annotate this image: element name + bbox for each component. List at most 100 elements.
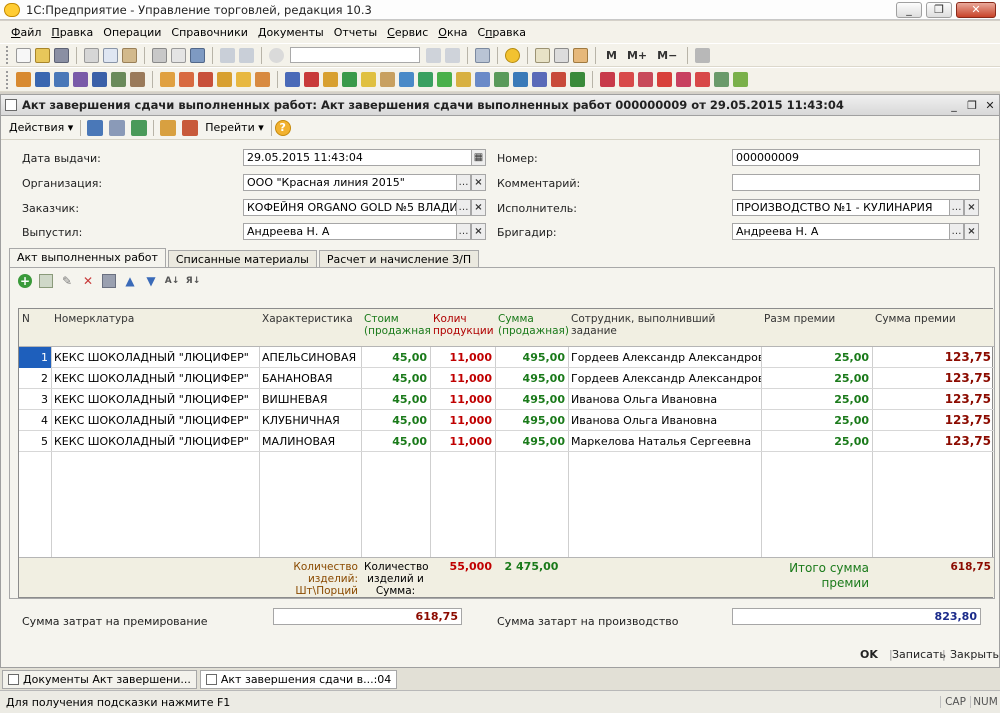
assembly-icon[interactable] [513,72,528,87]
menu-file[interactable]: Файл [6,26,46,39]
sort-descending-icon[interactable]: Я↓ [186,274,200,288]
cell-bonus-rate[interactable]: 25,00 [761,368,872,389]
cell-qty[interactable]: 11,000 [430,389,495,410]
col-header-nomenclature[interactable]: Номерклатура [51,309,259,347]
executor-select-button[interactable]: … [949,199,964,216]
menu-references[interactable]: Справочники [166,26,252,39]
menu-operations[interactable]: Операции [98,26,166,39]
order-icon[interactable] [323,72,338,87]
invoice-icon[interactable] [399,72,414,87]
cell-n[interactable]: 2 [19,368,51,389]
save-button[interactable]: Записать [892,648,946,661]
toolbar-grip[interactable] [6,46,10,64]
cell-sum[interactable]: 495,00 [495,347,568,368]
foreman-field[interactable]: Андреева Н. А [732,223,950,240]
redo-icon[interactable] [239,47,254,63]
menu-windows[interactable]: Окна [433,26,472,39]
cell-nomenclature[interactable]: КЕКС ШОКОЛАДНЫЙ "ЛЮЦИФЕР" [51,431,259,452]
cell-nomenclature[interactable]: КЕКС ШОКОЛАДНЫЙ "ЛЮЦИФЕР" [51,368,259,389]
calendar-icon[interactable] [535,47,550,63]
cell-sum[interactable]: 495,00 [495,389,568,410]
cell-n[interactable]: 5 [19,431,51,452]
toolbar-grip[interactable] [6,70,10,89]
cell-characteristic[interactable]: ВИШНЕВАЯ [259,389,361,410]
sales-report-icon[interactable] [657,72,672,87]
col-header-sum[interactable]: Сумма (продажная) [495,309,568,347]
memory-add-button[interactable]: M+ [627,49,647,62]
receipt-icon[interactable] [380,72,395,87]
production-cost-field[interactable]: 823,80 [732,608,981,625]
cell-qty[interactable]: 11,000 [430,347,495,368]
table-row[interactable]: 3 КЕКС ШОКОЛАДНЫЙ "ЛЮЦИФЕР" ВИШНЕВАЯ 45,00 1… [19,389,994,410]
prices-icon[interactable] [255,72,270,87]
col-header-qty[interactable]: Колич продукции [430,309,495,347]
doc-restore-button[interactable]: ❐ [963,99,981,112]
cell-n[interactable]: 1 [19,347,51,368]
partners-icon[interactable] [160,72,175,87]
cell-bonus-sum[interactable]: 123,75 [872,389,994,410]
cell-price[interactable]: 45,00 [361,410,430,431]
export-icon[interactable] [733,72,748,87]
cell-bonus-rate[interactable]: 25,00 [761,389,872,410]
post-icon[interactable] [131,119,148,136]
cell-n[interactable]: 3 [19,389,51,410]
customers-icon[interactable] [179,72,194,87]
cell-bonus-sum[interactable]: 123,75 [872,347,994,368]
inventory-icon[interactable] [456,72,471,87]
cell-bonus-sum[interactable]: 123,75 [872,431,994,452]
cancel-doc-icon[interactable] [551,72,566,87]
col-header-price[interactable]: Стоим (продажная) [361,309,430,347]
issue-date-field[interactable]: 29.05.2015 11:43:04 [243,149,472,166]
cell-bonus-rate[interactable]: 25,00 [761,347,872,368]
shipment-icon[interactable] [342,72,357,87]
based-on-icon[interactable] [160,119,177,136]
customer-clear-button[interactable]: × [471,199,486,216]
document-list-icon[interactable] [35,72,50,87]
cell-characteristic[interactable]: БАНАНОВАЯ [259,368,361,389]
copy-icon[interactable] [103,47,118,63]
menu-reports[interactable]: Отчеты [329,26,382,39]
cell-price[interactable]: 45,00 [361,347,430,368]
sort-ascending-icon[interactable]: A↓ [165,274,180,288]
add-row-icon[interactable]: + [18,274,32,288]
menu-service[interactable]: Сервис [382,26,433,39]
report-icon[interactable] [532,72,547,87]
cell-qty[interactable]: 11,000 [430,431,495,452]
menu-edit[interactable]: Правка [46,26,98,39]
cell-characteristic[interactable]: КЛУБНИЧНАЯ [259,410,361,431]
paste-icon[interactable] [122,47,137,63]
print-preview-icon[interactable] [171,47,186,63]
executor-clear-button[interactable]: × [964,199,979,216]
close-button[interactable]: ✕ [956,1,996,18]
cash-report-icon[interactable] [695,72,710,87]
col-header-bonus-rate[interactable]: Разм премии [761,309,872,347]
cell-employee[interactable]: Иванова Ольга Ивановна [568,389,761,410]
cash-icon[interactable] [73,72,88,87]
return-icon[interactable] [304,72,319,87]
executor-field[interactable]: ПРОИЗВОДСТВО №1 - КУЛИНАРИЯ [732,199,950,216]
contacts-icon[interactable] [198,72,213,87]
ok-button[interactable]: OK [860,648,878,661]
customer-field[interactable]: КОФЕЙНЯ ORGANO GOLD №5 ВЛАДИВ( [243,199,457,216]
edit-row-icon[interactable]: ✎ [60,274,74,288]
products-icon[interactable] [217,72,232,87]
maximize-button[interactable]: ❐ [926,1,952,18]
minimize-button[interactable]: _ [896,1,922,18]
bonus-cost-field[interactable]: 618,75 [273,608,462,625]
cell-employee[interactable]: Гордеев Александр Александрович [568,347,761,368]
delete-row-icon[interactable]: ✕ [81,274,95,288]
find-next-icon[interactable] [426,47,441,63]
close-doc-button[interactable]: Закрыть [950,648,999,661]
table-row[interactable]: 4 КЕКС ШОКОЛАДНЫЙ "ЛЮЦИФЕР" КЛУБНИЧНАЯ 45,0… [19,410,994,431]
stock-report-icon[interactable] [676,72,691,87]
cell-bonus-sum[interactable]: 123,75 [872,368,994,389]
edit-text-icon[interactable] [190,47,205,63]
cell-sum[interactable]: 495,00 [495,431,568,452]
cell-employee[interactable]: Маркелова Наталья Сергеевна [568,431,761,452]
actions-menu-button[interactable]: Действия ▾ [9,121,73,134]
cell-qty[interactable]: 11,000 [430,368,495,389]
comment-field[interactable] [732,174,980,191]
doc-close-button[interactable]: ✕ [981,99,999,112]
cell-nomenclature[interactable]: КЕКС ШОКОЛАДНЫЙ "ЛЮЦИФЕР" [51,389,259,410]
users-icon[interactable] [573,47,588,63]
